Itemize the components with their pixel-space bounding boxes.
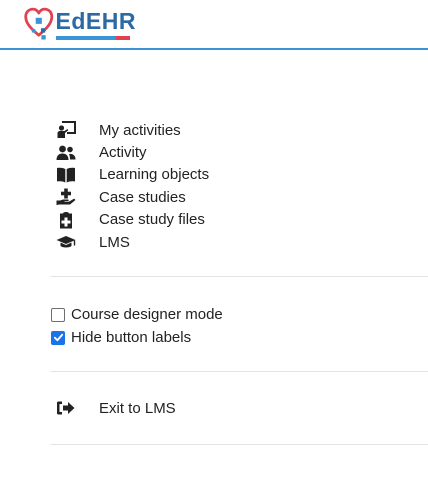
menu-item-activity[interactable]: Activity <box>52 141 428 163</box>
exit-divider <box>51 444 428 445</box>
app-header: EdEHR <box>0 0 428 50</box>
graduation-cap-icon <box>54 232 78 252</box>
users-icon <box>54 143 78 163</box>
course-designer-mode-checkbox[interactable] <box>51 307 65 322</box>
checkmark-icon <box>53 333 63 342</box>
menu-item-lms[interactable]: LMS <box>52 231 428 253</box>
logo-underline <box>55 36 130 40</box>
option-label: Course designer mode <box>71 306 223 323</box>
menu-divider <box>51 276 428 277</box>
menu-item-label: Activity <box>99 144 147 162</box>
clipboard-plus-icon <box>54 210 78 230</box>
option-label: Hide button labels <box>71 329 192 346</box>
display-options: Course designer mode Hide button labels <box>51 303 223 349</box>
menu-item-learning-objects[interactable]: Learning objects <box>52 164 428 186</box>
exit-label: Exit to LMS <box>99 399 176 417</box>
hide-button-labels-checkbox[interactable] <box>51 330 65 345</box>
edehr-logo[interactable]: EdEHR <box>24 4 136 44</box>
logo-wordmark: EdEHR <box>55 8 136 34</box>
options-divider <box>51 371 428 372</box>
navigation-menu: My activities Activity Learning objects <box>52 119 428 253</box>
exit-to-lms-button[interactable]: Exit to LMS <box>52 397 176 419</box>
hide-button-labels-option[interactable]: Hide button labels <box>51 326 223 349</box>
menu-item-my-activities[interactable]: My activities <box>52 119 428 141</box>
menu-item-label: Case study files <box>99 211 205 229</box>
menu-item-label: LMS <box>99 233 130 251</box>
hand-plus-icon <box>54 187 78 207</box>
menu-item-label: Case studies <box>99 188 186 206</box>
sign-out-icon <box>54 398 78 418</box>
course-designer-mode-option[interactable]: Course designer mode <box>51 303 223 326</box>
menu-item-label: Learning objects <box>99 166 210 184</box>
book-open-icon <box>54 165 78 185</box>
menu-item-case-studies[interactable]: Case studies <box>52 186 428 208</box>
menu-item-case-study-files[interactable]: Case study files <box>52 209 428 231</box>
heart-logo-icon <box>24 7 54 40</box>
menu-item-label: My activities <box>99 121 181 139</box>
activities-board-icon <box>54 120 78 140</box>
exit-section: Exit to LMS <box>52 397 176 419</box>
